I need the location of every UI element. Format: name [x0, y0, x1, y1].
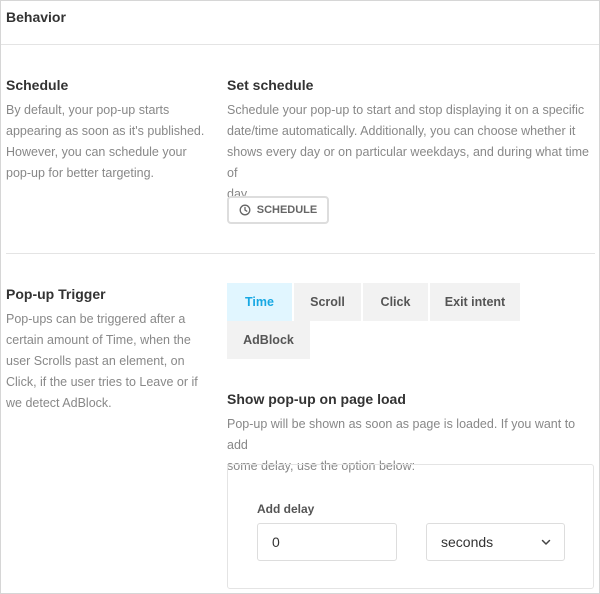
tab-time[interactable]: Time — [227, 283, 292, 321]
page-load-title: Show pop-up on page load — [227, 391, 406, 407]
delay-unit-value: seconds — [441, 534, 494, 550]
schedule-title: Schedule — [6, 77, 69, 93]
delay-unit-select[interactable]: seconds — [426, 523, 565, 561]
schedule-description-line: However, you can schedule your — [6, 145, 187, 159]
trigger-description-line: Click, if the user tries to Leave or if — [6, 375, 198, 389]
schedule-button[interactable]: SCHEDULE — [227, 196, 329, 224]
trigger-description: Pop-ups can be triggered after a certain… — [6, 309, 216, 414]
tab-adblock[interactable]: AdBlock — [227, 321, 310, 359]
panel-header: Behavior — [1, 1, 599, 45]
schedule-description-line: pop-up for better targeting. — [6, 166, 155, 180]
tab-exit-intent[interactable]: Exit intent — [430, 283, 520, 321]
delay-input[interactable]: 0 — [257, 523, 397, 561]
set-schedule-description-line: Schedule your pop-up to start and stop d… — [227, 103, 585, 117]
tab-click[interactable]: Click — [363, 283, 428, 321]
clock-icon — [239, 204, 251, 216]
trigger-description-line: Pop-ups can be triggered after a — [6, 312, 186, 326]
trigger-description-line: we detect AdBlock. — [6, 396, 112, 410]
page-title: Behavior — [6, 9, 66, 25]
section-divider — [6, 253, 595, 254]
delay-settings-box: Add delay 0 seconds — [227, 464, 594, 589]
tab-scroll[interactable]: Scroll — [294, 283, 361, 321]
schedule-description-line: By default, your pop-up starts — [6, 103, 170, 117]
set-schedule-title: Set schedule — [227, 77, 314, 93]
schedule-button-label: SCHEDULE — [256, 204, 318, 216]
page-load-description-line: Pop-up will be shown as soon as page is … — [227, 417, 576, 452]
set-schedule-description: Schedule your pop-up to start and stop d… — [227, 100, 597, 205]
set-schedule-description-line: shows every day or on particular weekday… — [227, 145, 589, 180]
set-schedule-description-line: date/time automatically. Additionally, y… — [227, 124, 576, 138]
trigger-description-line: user Scrolls past an element, on — [6, 354, 185, 368]
behavior-panel: Behavior Schedule By default, your pop-u… — [0, 0, 600, 594]
chevron-down-icon — [541, 539, 551, 545]
add-delay-label: Add delay — [257, 502, 315, 516]
schedule-description: By default, your pop-up starts appearing… — [6, 100, 216, 184]
schedule-description-line: appearing as soon as it's published. — [6, 124, 205, 138]
trigger-description-line: certain amount of Time, when the — [6, 333, 191, 347]
trigger-title: Pop-up Trigger — [6, 286, 106, 302]
